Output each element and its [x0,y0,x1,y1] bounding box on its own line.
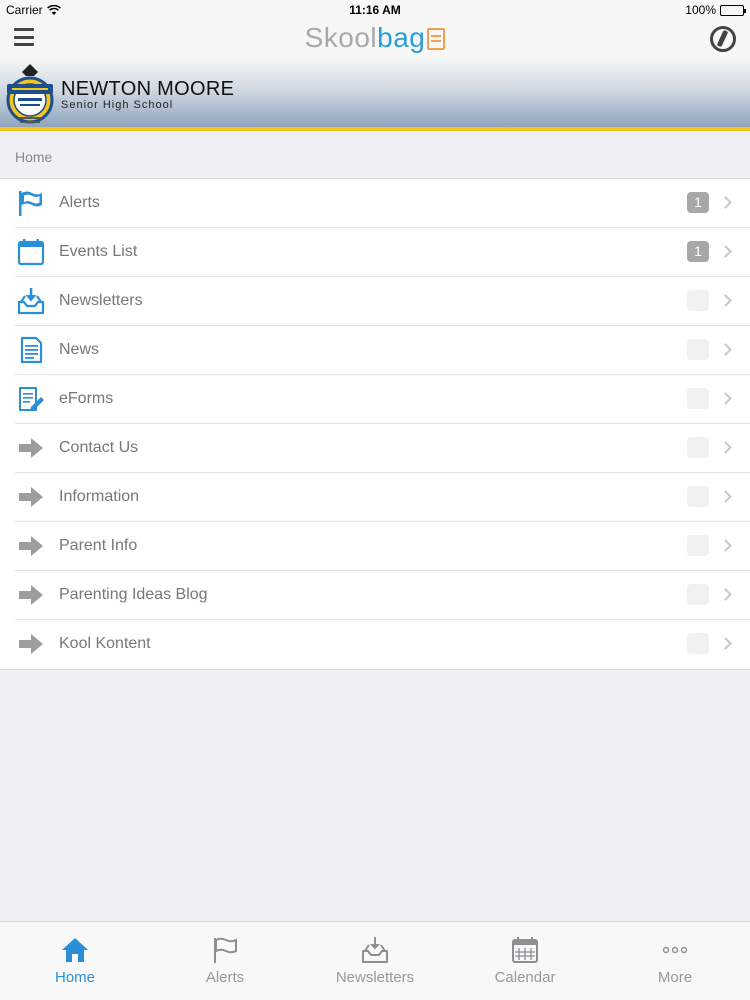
school-subtitle: Senior High School [61,99,174,111]
status-time: 11:16 AM [349,3,401,17]
tab-newsletters[interactable]: Newsletters [300,922,450,1000]
menu-item-parent-info[interactable]: Parent Info 0 [0,522,750,571]
count-badge: 0 [687,535,709,556]
chevron-right-icon [719,196,732,209]
chevron-right-icon [719,490,732,503]
app-logo: Skoolbag [0,22,750,54]
menu-item-contact-us[interactable]: Contact Us 0 [0,424,750,473]
banner-accent-stripe [0,127,750,131]
tab-label: Calendar [494,969,556,986]
tab-home[interactable]: Home [0,922,150,1000]
count-badge: 0 [687,486,709,507]
menu-item-alerts[interactable]: Alerts 1 [0,179,750,228]
home-icon [62,938,88,962]
arrow-right-icon [19,536,43,556]
chevron-right-icon [719,392,732,405]
count-badge: 0 [687,437,709,458]
arrow-right-icon [19,634,43,654]
arrow-right-icon [19,438,43,458]
tab-label: Newsletters [335,969,415,986]
book-icon [427,28,446,50]
count-badge: 0 [687,339,709,360]
sync-icon[interactable] [710,26,736,52]
tab-label: More [657,969,693,986]
menu-item-label: News [59,341,100,358]
count-badge: 0 [687,290,709,311]
menu-item-label: eForms [59,390,114,407]
menu-item-eforms[interactable]: eForms 0 [0,375,750,424]
menu-item-information[interactable]: Information 0 [0,473,750,522]
flag-icon [214,937,237,963]
tab-alerts[interactable]: Alerts [150,922,300,1000]
inbox-download-icon [17,288,45,315]
tab-label: Alerts [205,969,245,986]
breadcrumb: Home [15,149,53,165]
tab-calendar[interactable]: Calendar [450,922,600,1000]
menu-item-parenting-ideas-blog[interactable]: Parenting Ideas Blog 0 [0,571,750,620]
count-badge: 1 [687,241,709,262]
menu-item-events-list[interactable]: Events List 1 [0,228,750,277]
status-bar: Carrier 11:16 AM 100% [0,0,750,20]
home-menu-list: Alerts 1 Events List 1 Newsletters 0 New… [0,178,750,670]
battery-percent: 100% [685,3,716,17]
chevron-right-icon [719,637,732,650]
school-name: NEWTON MOORE [61,78,235,100]
count-badge: 1 [687,192,709,213]
menu-item-label: Alerts [59,194,100,211]
tab-label: Home [54,969,95,986]
menu-item-label: Events List [59,243,138,260]
arrow-right-icon [19,585,43,605]
menu-item-label: Information [59,488,140,505]
menu-item-label: Kool Kontent [59,635,151,652]
chevron-right-icon [719,539,732,552]
brand-name-part2: bag [377,22,426,53]
count-badge: 0 [687,584,709,605]
brand-name-part1: Skool [304,22,378,53]
calendar-icon [512,937,538,963]
menu-item-label: Parenting Ideas Blog [59,586,208,603]
calendar-icon [17,239,45,266]
count-badge: 0 [687,388,709,409]
school-banner: NEWTON MOORE Senior High School [0,60,750,127]
more-dots-icon [662,946,688,954]
chevron-right-icon [719,441,732,454]
chevron-right-icon [719,294,732,307]
tab-more[interactable]: More [600,922,750,1000]
nav-bar: Skoolbag [0,20,750,60]
count-badge: 0 [687,633,709,654]
chevron-right-icon [719,245,732,258]
inbox-download-icon [362,937,388,963]
menu-item-label: Contact Us [59,439,139,456]
flag-icon [19,191,42,216]
chevron-right-icon [719,588,732,601]
document-icon [20,336,43,364]
battery-indicator: 100% [685,3,746,17]
menu-item-kool-kontent[interactable]: Kool Kontent 0 [0,620,750,669]
chevron-right-icon [719,343,732,356]
battery-icon [720,4,746,16]
menu-item-label: Parent Info [59,537,138,554]
school-crest-icon [6,64,54,124]
menu-item-newsletters[interactable]: Newsletters 0 [0,277,750,326]
form-pen-icon [19,387,44,411]
menu-item-news[interactable]: News 0 [0,326,750,375]
menu-item-label: Newsletters [59,292,143,309]
bottom-tab-bar: Home Alerts Newsletters Calendar More [0,921,750,1000]
arrow-right-icon [19,487,43,507]
